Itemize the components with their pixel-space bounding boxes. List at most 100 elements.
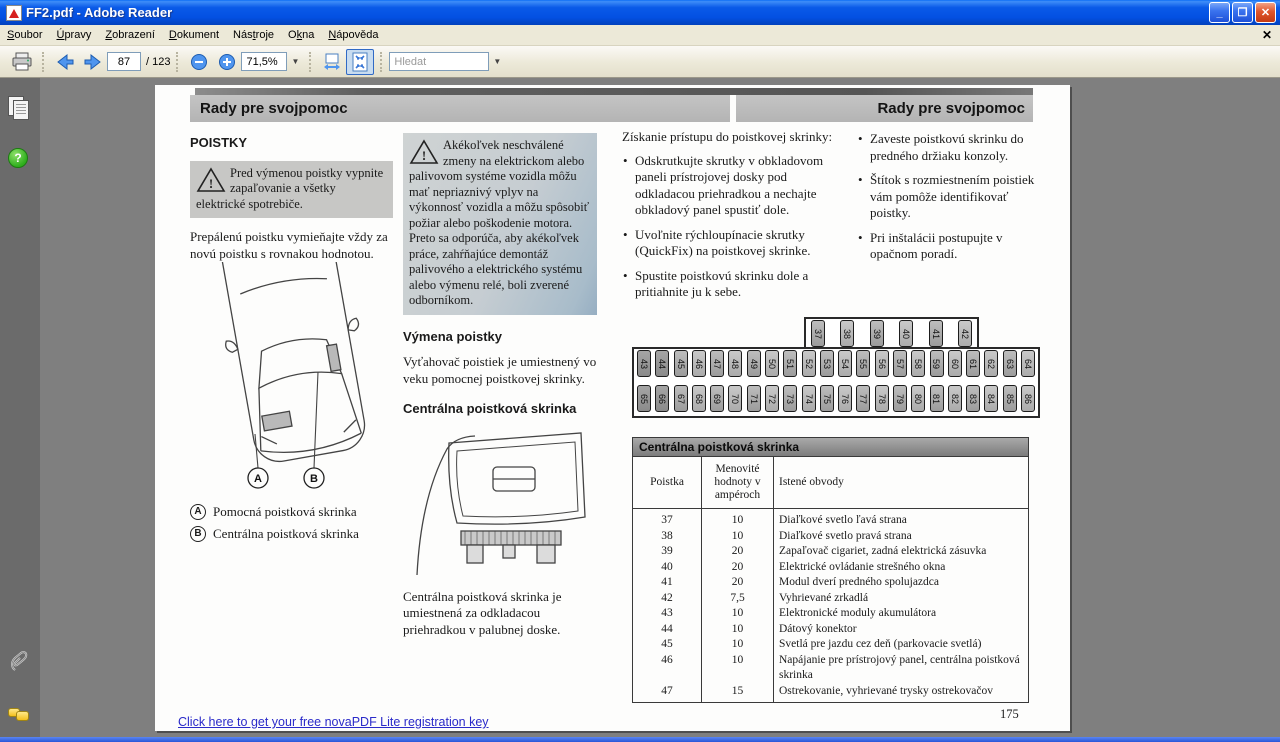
taskbar-edge[interactable] <box>0 737 1280 742</box>
menu-napoveda[interactable]: Nápověda <box>321 26 385 44</box>
window-titlebar: FF2.pdf - Adobe Reader _ ❐ ✕ <box>0 0 1280 25</box>
bullet-item: Spustite poistkovú skrinku dole a pritia… <box>622 268 844 301</box>
bullet-list: Odskrutkujte skrutky v obkladovom paneli… <box>622 153 844 301</box>
fuse-69: 69 <box>710 385 724 412</box>
fuse-63: 63 <box>1003 350 1017 377</box>
fuse-45: 45 <box>674 350 688 377</box>
zoom-out-icon <box>190 53 208 71</box>
table-cell: 10 <box>702 529 774 545</box>
column-header: Menovité hodnoty v ampéroch <box>702 457 774 509</box>
document-close-icon[interactable]: ✕ <box>1262 28 1272 42</box>
fuse-64: 64 <box>1021 350 1035 377</box>
warning-box: ! Pred výmenou poistky vypnite zapaľovan… <box>190 161 393 219</box>
table-cell: Modul dverí predného spolujazdca <box>774 575 1029 591</box>
page-total-label: / 123 <box>146 56 170 68</box>
minimize-button[interactable]: _ <box>1209 2 1230 23</box>
table-row: 4410Dátový konektor <box>633 622 1029 638</box>
menu-nastroje[interactable]: Nástroje <box>226 26 281 44</box>
fuse-40: 40 <box>899 320 913 347</box>
table-cell: 38 <box>633 529 702 545</box>
print-button[interactable] <box>8 49 36 75</box>
fuse-67: 67 <box>674 385 688 412</box>
paragraph: Prepálenú poistku vymieňajte vždy za nov… <box>190 229 393 262</box>
fuse-83: 83 <box>966 385 980 412</box>
table-row: 4020Elektrické ovládanie strešného okna <box>633 560 1029 576</box>
fuse-53: 53 <box>820 350 834 377</box>
table-title: Centrálna poistková skrinka <box>632 437 1029 456</box>
zoom-dropdown-icon[interactable]: ▼ <box>287 57 303 66</box>
document-area: ? Rady pre svojpomoc Rady pre svojpomoc … <box>0 78 1280 742</box>
zoom-level-select[interactable]: 71,5% <box>241 52 287 71</box>
page-number-value: 87 <box>118 56 130 68</box>
menu-bar: SouborÚpravyZobrazeníDokumentNástrojeOkn… <box>0 25 1280 46</box>
fuse-56: 56 <box>875 350 889 377</box>
navigation-pane: ? <box>0 78 40 742</box>
table-row: 427,5Vyhrievané zrkadlá <box>633 591 1029 607</box>
fuse-61: 61 <box>966 350 980 377</box>
pdf-page: Rady pre svojpomoc Rady pre svojpomoc PO… <box>155 85 1070 731</box>
table-row: 4510Svetlá pre jazdu cez deň (parkovacie… <box>633 637 1029 653</box>
table-cell: Dátový konektor <box>774 622 1029 638</box>
table-cell: 10 <box>702 509 774 529</box>
fit-page-button[interactable] <box>346 49 374 75</box>
novapdf-registration-link[interactable]: Click here to get your free novaPDF Lite… <box>178 715 489 729</box>
menu-upravy[interactable]: Úpravy <box>49 26 98 44</box>
fuse-84: 84 <box>984 385 998 412</box>
legend-row: BCentrálna poistková skrinka <box>190 526 393 543</box>
pages-panel-icon[interactable] <box>8 96 32 120</box>
fuse-row-top: 373839404142 <box>811 320 972 347</box>
table-cell: 44 <box>633 622 702 638</box>
search-input[interactable]: Hledat <box>389 52 489 71</box>
legend-row: APomocná poistková skrinka <box>190 504 393 521</box>
svg-text:A: A <box>254 473 262 485</box>
table-cell: 20 <box>702 560 774 576</box>
menu-dokument[interactable]: Dokument <box>162 26 226 44</box>
toolbar: 87 / 123 71,5% ▼ Hledat ▼ <box>0 46 1280 78</box>
page-number-input[interactable]: 87 <box>107 52 141 71</box>
menu-zobrazeni[interactable]: Zobrazení <box>98 26 162 44</box>
fuse-50: 50 <box>765 350 779 377</box>
fuse-48: 48 <box>728 350 742 377</box>
table-row: 4120Modul dverí predného spolujazdca <box>633 575 1029 591</box>
restore-button[interactable]: ❐ <box>1232 2 1253 23</box>
close-button[interactable]: ✕ <box>1255 2 1276 23</box>
table-row: 3810Diaľkové svetlo pravá strana <box>633 529 1029 545</box>
menu-soubor[interactable]: Soubor <box>0 26 49 44</box>
table-cell: 39 <box>633 544 702 560</box>
attachments-icon[interactable] <box>8 650 32 674</box>
fit-width-button[interactable] <box>318 49 346 75</box>
next-page-button[interactable] <box>79 49 107 75</box>
column-2: ! Akékoľvek neschválené zmeny na elektri… <box>403 133 597 638</box>
fuse-74: 74 <box>802 385 816 412</box>
fuse-38: 38 <box>840 320 854 347</box>
legend-key: B <box>190 526 206 542</box>
fuse-62: 62 <box>984 350 998 377</box>
help-icon[interactable]: ? <box>8 148 28 168</box>
sub-heading: Výmena poistky <box>403 329 597 346</box>
zoom-out-button[interactable] <box>185 49 213 75</box>
comments-icon[interactable] <box>8 706 30 722</box>
fuse-73: 73 <box>783 385 797 412</box>
search-dropdown-icon[interactable]: ▼ <box>489 57 505 66</box>
fuse-82: 82 <box>948 385 962 412</box>
table-cell: Diaľkové svetlo pravá strana <box>774 529 1029 545</box>
previous-page-button[interactable] <box>51 49 79 75</box>
svg-text:!: ! <box>422 148 426 163</box>
table-cell: Vyhrievané zrkadlá <box>774 591 1029 607</box>
table-cell: 15 <box>702 684 774 703</box>
table-cell: 47 <box>633 684 702 703</box>
zoom-level-value: 71,5% <box>246 56 277 68</box>
fuse-55: 55 <box>856 350 870 377</box>
fuse-75: 75 <box>820 385 834 412</box>
fuse-table: Centrálna poistková skrinka Poistka Meno… <box>632 437 1029 703</box>
table-cell: Napájanie pre prístrojový panel, centrál… <box>774 653 1029 684</box>
zoom-in-button[interactable] <box>213 49 241 75</box>
fuse-39: 39 <box>870 320 884 347</box>
fuse-41: 41 <box>929 320 943 347</box>
page-header-right: Rady pre svojpomoc <box>736 95 1033 122</box>
warning-triangle-icon: ! <box>196 167 226 193</box>
menu-okna[interactable]: Okna <box>281 26 321 44</box>
table-cell: 20 <box>702 575 774 591</box>
column-header: Istené obvody <box>774 457 1029 509</box>
fuse-78: 78 <box>875 385 889 412</box>
